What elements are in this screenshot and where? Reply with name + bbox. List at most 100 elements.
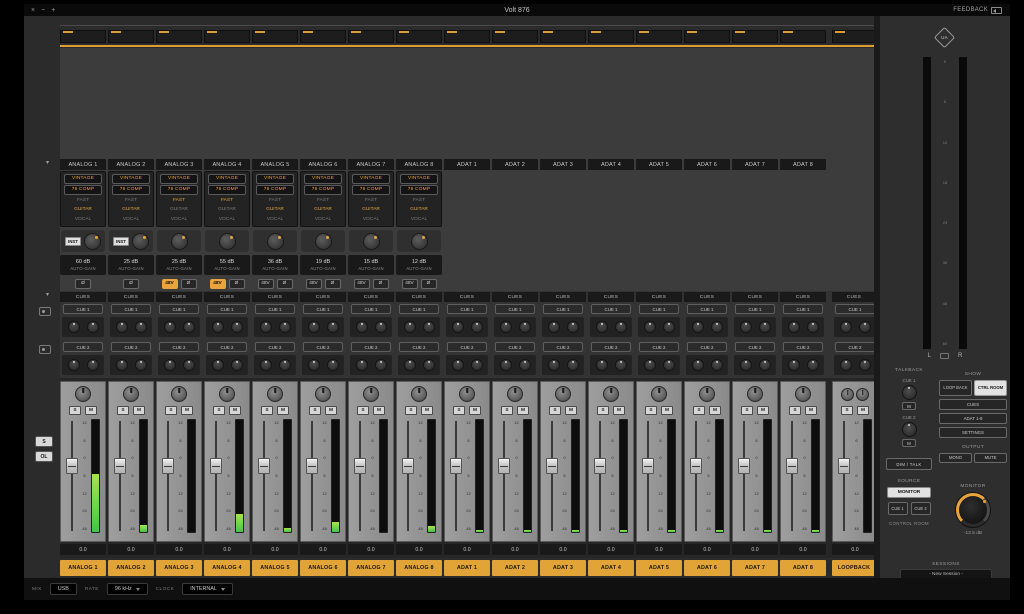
pan-knob[interactable] [603, 386, 619, 402]
solo-button[interactable]: S [357, 406, 369, 415]
cue-1-pan-knob[interactable] [183, 321, 195, 333]
fader-handle[interactable] [838, 458, 850, 474]
pan-knob[interactable] [123, 386, 139, 402]
feedback-control[interactable]: FEEDBACK [953, 4, 1002, 16]
preset-fast-button[interactable]: FAST [352, 196, 390, 205]
fader-handle[interactable] [690, 458, 702, 474]
cue-1-button[interactable]: CUE 1 [303, 304, 343, 314]
channel-header[interactable]: ANALOG 7 [348, 159, 394, 170]
cue-2-level-knob[interactable] [788, 359, 800, 371]
cue-2-pan-knob[interactable] [807, 359, 819, 371]
preset-vocal-button[interactable]: VOCAL [256, 215, 294, 224]
talkback-cue2-mute-button[interactable]: M [902, 439, 916, 447]
clear-overload-button[interactable]: OL [35, 451, 53, 462]
cue-2-level-knob[interactable] [68, 359, 80, 371]
cue-2-level-knob[interactable] [740, 359, 752, 371]
channel-name-label[interactable]: ANALOG 7 [348, 560, 394, 576]
overview-tab[interactable] [252, 30, 298, 43]
pan-knob[interactable] [75, 386, 91, 402]
fader-handle[interactable] [546, 458, 558, 474]
overview-tab[interactable] [444, 30, 490, 43]
cue-1-pan-knob[interactable] [279, 321, 291, 333]
channel-name-label[interactable]: ANALOG 5 [252, 560, 298, 576]
overview-tab[interactable] [156, 30, 202, 43]
cue-1-level-knob[interactable] [212, 321, 224, 333]
cue-2-pan-knob[interactable] [231, 359, 243, 371]
cue-2-button[interactable]: CUE 2 [783, 342, 823, 352]
cue-1-level-knob[interactable] [548, 321, 560, 333]
collapse-cues-chevron-icon[interactable]: ▾ [46, 292, 49, 298]
cue-2-pan-knob[interactable] [471, 359, 483, 371]
pan-knob[interactable] [747, 386, 763, 402]
channel-header[interactable]: ADAT 8 [780, 159, 826, 170]
phase-invert-button[interactable]: Ø [181, 279, 197, 289]
cue-1-button[interactable]: CUE 1 [735, 304, 775, 314]
phantom-48v-button[interactable]: 48V [210, 279, 226, 289]
channel-name-label[interactable]: ADAT 3 [540, 560, 586, 576]
cue-2-level-knob[interactable] [548, 359, 560, 371]
cue-1-button[interactable]: CUE 1 [399, 304, 439, 314]
phase-invert-button[interactable]: Ø [373, 279, 389, 289]
overview-tab[interactable] [108, 30, 154, 43]
comp-76-button[interactable]: 76 COMP [400, 185, 438, 195]
pan-knob[interactable] [555, 386, 571, 402]
channel-name-label[interactable]: ADAT 8 [780, 560, 826, 576]
overview-tab[interactable] [732, 30, 778, 43]
gain-knob[interactable] [411, 233, 428, 250]
pan-knob[interactable] [363, 386, 379, 402]
overview-tab[interactable] [492, 30, 538, 43]
vintage-mode-button[interactable]: VINTAGE [352, 174, 390, 184]
mute-button[interactable]: M [613, 406, 625, 415]
cue-2-pan-knob[interactable] [423, 359, 435, 371]
cue-1-level-knob[interactable] [356, 321, 368, 333]
cue-2-pan-knob[interactable] [567, 359, 579, 371]
source-monitor-button[interactable]: MONITOR [887, 487, 931, 498]
solo-button[interactable]: S [165, 406, 177, 415]
pan-knob[interactable] [699, 386, 715, 402]
phase-invert-button[interactable]: Ø [421, 279, 437, 289]
fader-handle[interactable] [306, 458, 318, 474]
cue-2-pan-knob[interactable] [87, 359, 99, 371]
solo-button[interactable]: S [549, 406, 561, 415]
cue-2-button[interactable]: CUE 2 [111, 342, 151, 352]
overview-tab[interactable] [684, 30, 730, 43]
cue2-monitor-icon[interactable] [39, 345, 51, 354]
cue-2-pan-knob[interactable] [711, 359, 723, 371]
gain-knob[interactable] [363, 233, 380, 250]
cue-2-button[interactable]: CUE 2 [639, 342, 679, 352]
overview-tab[interactable] [204, 30, 250, 43]
cue-1-button[interactable]: CUE 1 [687, 304, 727, 314]
comp-76-button[interactable]: 76 COMP [112, 185, 150, 195]
fader-handle[interactable] [354, 458, 366, 474]
fader-handle[interactable] [738, 458, 750, 474]
fader-handle[interactable] [258, 458, 270, 474]
gain-knob[interactable] [171, 233, 188, 250]
talkback-cue2-knob[interactable] [902, 422, 917, 437]
inst-button[interactable]: INST [65, 237, 81, 246]
preset-guitar-button[interactable]: GUITAR [352, 205, 390, 214]
cue-1-pan-knob[interactable] [615, 321, 627, 333]
channel-header[interactable]: ADAT 3 [540, 159, 586, 170]
cue-2-level-knob[interactable] [644, 359, 656, 371]
cue-1-level-knob[interactable] [116, 321, 128, 333]
cue-1-pan-knob[interactable] [327, 321, 339, 333]
cue-2-pan-knob[interactable] [375, 359, 387, 371]
cue-2-button[interactable]: CUE 2 [543, 342, 583, 352]
mute-button[interactable]: M [517, 406, 529, 415]
cue-1-level-knob[interactable] [308, 321, 320, 333]
gain-knob[interactable] [267, 233, 284, 250]
monitor-level-knob[interactable] [955, 492, 991, 528]
show-cues-button[interactable]: CUES [939, 399, 1007, 410]
cue-1-level-knob[interactable] [692, 321, 704, 333]
cue-1-button[interactable]: CUE 1 [639, 304, 679, 314]
preset-guitar-button[interactable]: GUITAR [64, 205, 102, 214]
cue-1-button[interactable]: CUE 1 [255, 304, 295, 314]
cue-1-pan-knob[interactable] [567, 321, 579, 333]
fader-handle[interactable] [162, 458, 174, 474]
mute-button[interactable]: M [229, 406, 241, 415]
cue-2-level-knob[interactable] [692, 359, 704, 371]
cue-2-level-knob[interactable] [260, 359, 272, 371]
solo-button[interactable]: S [693, 406, 705, 415]
pan-knob[interactable] [411, 386, 427, 402]
solo-button[interactable]: S [645, 406, 657, 415]
